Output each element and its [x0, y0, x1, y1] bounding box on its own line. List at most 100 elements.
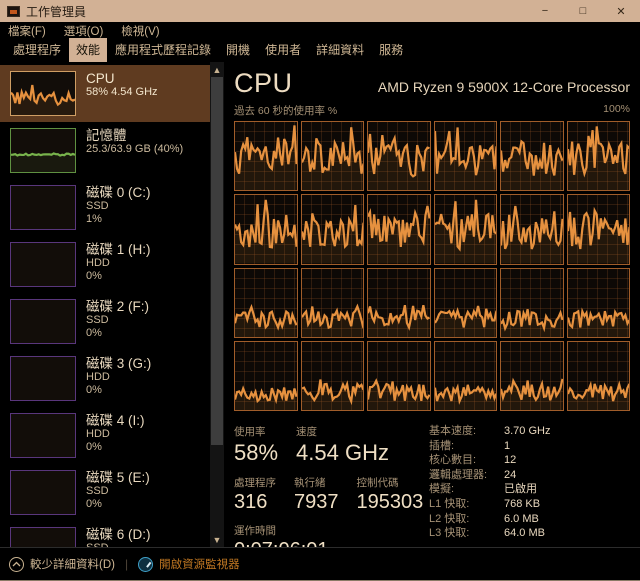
spec-value: 64.0 MB	[504, 526, 545, 541]
sidebar-item-subtitle: 58% 4.54 GHz	[86, 86, 158, 99]
performance-sidebar: CPU58% 4.54 GHz 記憶體25.3/63.9 GB (40%) 磁碟…	[0, 62, 210, 547]
menu-item[interactable]: 檔案(F)	[8, 23, 46, 39]
spec-row: 核心數目: 12	[429, 453, 550, 468]
spec-value: 3.70 GHz	[504, 424, 550, 439]
open-resource-monitor-link[interactable]: 開啟資源監視器	[159, 556, 240, 572]
cpu-core-graph	[500, 268, 564, 338]
graph-caption: 過去 60 秒的使用率 %	[234, 103, 337, 118]
sidebar-item[interactable]: 磁碟 2 (F:)SSD0%	[0, 293, 210, 350]
sidebar-item-subtitle: 0%	[86, 498, 150, 511]
processes-value: 316	[234, 491, 276, 514]
sidebar-item-text: 磁碟 2 (F:)SSD0%	[86, 299, 149, 340]
spec-row: 基本速度: 3.70 GHz	[429, 424, 550, 439]
utilization-value: 58%	[234, 440, 278, 466]
cpu-core-graph	[567, 121, 631, 191]
sidebar-item-subtitle: HDD	[86, 428, 145, 441]
close-button[interactable]: ✕	[602, 0, 640, 22]
sidebar-item-thumbnail-graph	[10, 128, 76, 173]
scroll-up-icon[interactable]: ▲	[210, 62, 224, 77]
spec-label: 邏輯處理器:	[429, 468, 504, 483]
cpu-core-graph	[367, 268, 431, 338]
footer-separator: |	[125, 557, 128, 571]
sidebar-item-subtitle: 0%	[86, 441, 145, 454]
window-title: 工作管理員	[26, 3, 86, 20]
scroll-down-icon[interactable]: ▼	[210, 532, 224, 547]
tab-item[interactable]: 詳細資料	[309, 38, 371, 62]
cpu-performance-pane: CPU AMD Ryzen 9 5900X 12-Core Processor …	[224, 62, 640, 547]
tab-item[interactable]: 服務	[372, 38, 410, 62]
fewer-details-button[interactable]: 較少詳細資料(D)	[30, 556, 115, 572]
footer-bar: 較少詳細資料(D) | 開啟資源監視器	[0, 547, 640, 580]
sidebar-item-title: 磁碟 0 (C:)	[86, 186, 151, 200]
cpu-core-graph	[234, 194, 298, 264]
spec-label: 核心數目:	[429, 453, 504, 468]
sidebar-scrollbar[interactable]: ▲ ▼	[210, 62, 224, 547]
sidebar-item[interactable]: 磁碟 4 (I:)HDD0%	[0, 407, 210, 464]
cpu-core-graph	[234, 268, 298, 338]
sidebar-item[interactable]: 磁碟 3 (G:)HDD0%	[0, 350, 210, 407]
tab-item[interactable]: 使用者	[258, 38, 308, 62]
spec-row: L1 快取: 768 KB	[429, 497, 550, 512]
sidebar-item-text: 記憶體25.3/63.9 GB (40%)	[86, 128, 183, 156]
task-manager-window: 工作管理員 − □ ✕ 檔案(F) 選項(O) 檢視(V) 處理程序 效能 應用…	[0, 0, 640, 581]
sidebar-item[interactable]: 磁碟 1 (H:)HDD0%	[0, 236, 210, 293]
maximize-button[interactable]: □	[564, 0, 602, 22]
tab-item[interactable]: 應用程式歷程記錄	[108, 38, 218, 62]
sidebar-item-thumbnail-graph	[10, 413, 76, 458]
uptime-value: 0:07:06:01	[234, 539, 329, 547]
cpu-core-graph	[434, 194, 498, 264]
tab-item[interactable]: 處理程序	[6, 38, 68, 62]
sidebar-item-subtitle: 0%	[86, 270, 151, 283]
cpu-core-graph	[367, 194, 431, 264]
sidebar-item-subtitle: SSD	[86, 314, 149, 327]
sidebar-item[interactable]: 磁碟 5 (E:)SSD0%	[0, 464, 210, 521]
sidebar-item-subtitle: 25.3/63.9 GB (40%)	[86, 143, 183, 156]
spec-label: L3 快取:	[429, 526, 504, 541]
sidebar-item-title: 磁碟 3 (G:)	[86, 357, 151, 371]
cpu-core-graph	[434, 268, 498, 338]
minimize-button[interactable]: −	[526, 0, 564, 22]
spec-label: 基本速度:	[429, 424, 504, 439]
spec-value: 6.0 MB	[504, 512, 539, 527]
threads-value: 7937	[294, 491, 339, 514]
sidebar-item[interactable]: CPU58% 4.54 GHz	[0, 65, 210, 122]
tab-selected[interactable]: 效能	[69, 38, 107, 62]
sidebar-item-text: 磁碟 1 (H:)HDD0%	[86, 242, 151, 283]
processes-label: 處理程序	[234, 475, 276, 490]
scrollbar-thumb[interactable]	[211, 77, 223, 445]
sidebar-item-subtitle: SSD	[86, 485, 150, 498]
app-icon	[7, 6, 20, 17]
resource-monitor-icon	[138, 557, 153, 572]
menu-item[interactable]: 檢視(V)	[121, 23, 159, 39]
sidebar-item-thumbnail-graph	[10, 185, 76, 230]
scrollbar-track[interactable]	[210, 445, 224, 532]
spec-label: 模擬:	[429, 482, 504, 497]
cpu-core-graph	[434, 341, 498, 411]
graph-max-label: 100%	[603, 103, 630, 118]
cpu-usage-grid[interactable]	[234, 121, 630, 411]
spec-label: L2 快取:	[429, 512, 504, 527]
cpu-core-graph	[367, 341, 431, 411]
spec-value: 1	[504, 439, 510, 454]
sidebar-item-text: 磁碟 4 (I:)HDD0%	[86, 413, 145, 454]
sidebar-item[interactable]: 磁碟 0 (C:)SSD1%	[0, 179, 210, 236]
sidebar-item[interactable]: 記憶體25.3/63.9 GB (40%)	[0, 122, 210, 179]
sidebar-item-thumbnail-graph	[10, 356, 76, 401]
chevron-up-circle-icon	[9, 557, 24, 572]
cpu-stats: 使用率 58% 速度 4.54 GHz 處理程序 316	[234, 424, 630, 547]
cpu-stats-left: 使用率 58% 速度 4.54 GHz 處理程序 316	[234, 424, 419, 547]
sidebar-item-text: 磁碟 6 (D:)SSD0%	[86, 527, 151, 547]
page-title: CPU	[234, 68, 293, 99]
sidebar-item-thumbnail-graph	[10, 527, 76, 547]
window-controls: − □ ✕	[526, 0, 640, 22]
spec-row: L2 快取: 6.0 MB	[429, 512, 550, 527]
sidebar-item-text: 磁碟 3 (G:)HDD0%	[86, 356, 151, 397]
threads-label: 執行緒	[294, 475, 339, 490]
menu-item[interactable]: 選項(O)	[64, 23, 104, 39]
tab-item[interactable]: 開機	[219, 38, 257, 62]
sidebar-item[interactable]: 磁碟 6 (D:)SSD0%	[0, 521, 210, 547]
utilization-label: 使用率	[234, 424, 278, 439]
cpu-core-graph	[301, 194, 365, 264]
sidebar-item-title: CPU	[86, 72, 158, 86]
sidebar-item-thumbnail-graph	[10, 299, 76, 344]
